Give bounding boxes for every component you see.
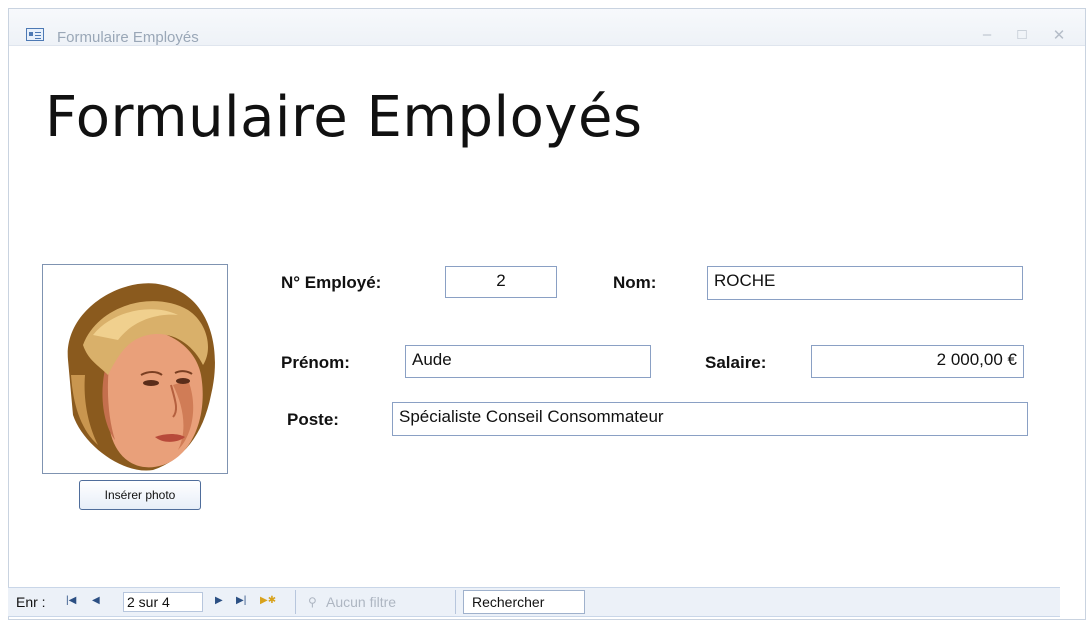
title-bar: Formulaire Employés – □ ✕ [9,9,1085,46]
filter-icon: ⚲ [308,595,317,609]
salaire-label: Salaire: [705,353,767,372]
nav-divider [295,590,296,614]
maximize-icon[interactable]: □ [1014,26,1030,43]
close-icon[interactable]: ✕ [1051,26,1067,44]
form-icon [26,28,44,41]
employee-photo [42,264,228,474]
nom-label: Nom: [613,273,657,292]
prenom-label: Prénom: [281,353,350,372]
next-record-icon[interactable]: ▶ [215,595,223,606]
minimize-icon[interactable]: – [979,26,995,43]
previous-record-icon[interactable]: ◀ [92,595,100,606]
first-record-icon[interactable]: |◀ [66,595,76,606]
poste-label: Poste: [287,410,339,429]
new-record-icon[interactable]: ▶✱ [260,595,276,606]
nav-divider [455,590,456,614]
window-title: Formulaire Employés [57,29,199,46]
last-record-icon[interactable]: ▶| [236,595,246,606]
nom-field[interactable]: ROCHE [707,266,1023,300]
salaire-field[interactable]: 2 000,00 € [811,345,1024,378]
filter-status[interactable]: Aucun filtre [326,594,396,610]
poste-field[interactable]: Spécialiste Conseil Consommateur [392,402,1028,436]
prenom-field[interactable]: Aude [405,345,651,378]
record-position-field[interactable]: 2 sur 4 [123,592,203,612]
insert-photo-button[interactable]: Insérer photo [79,480,201,510]
record-label: Enr : [16,594,46,610]
employee-number-field[interactable]: 2 [445,266,557,298]
employee-number-label: N° Employé: [281,273,382,292]
portrait-image [67,283,215,471]
search-input[interactable]: Rechercher [463,590,585,614]
page-title: Formulaire Employés [45,85,643,150]
record-navigation-bar: Enr : |◀ ◀ 2 sur 4 ▶ ▶| ▶✱ ⚲ Aucun filtr… [8,587,1060,617]
